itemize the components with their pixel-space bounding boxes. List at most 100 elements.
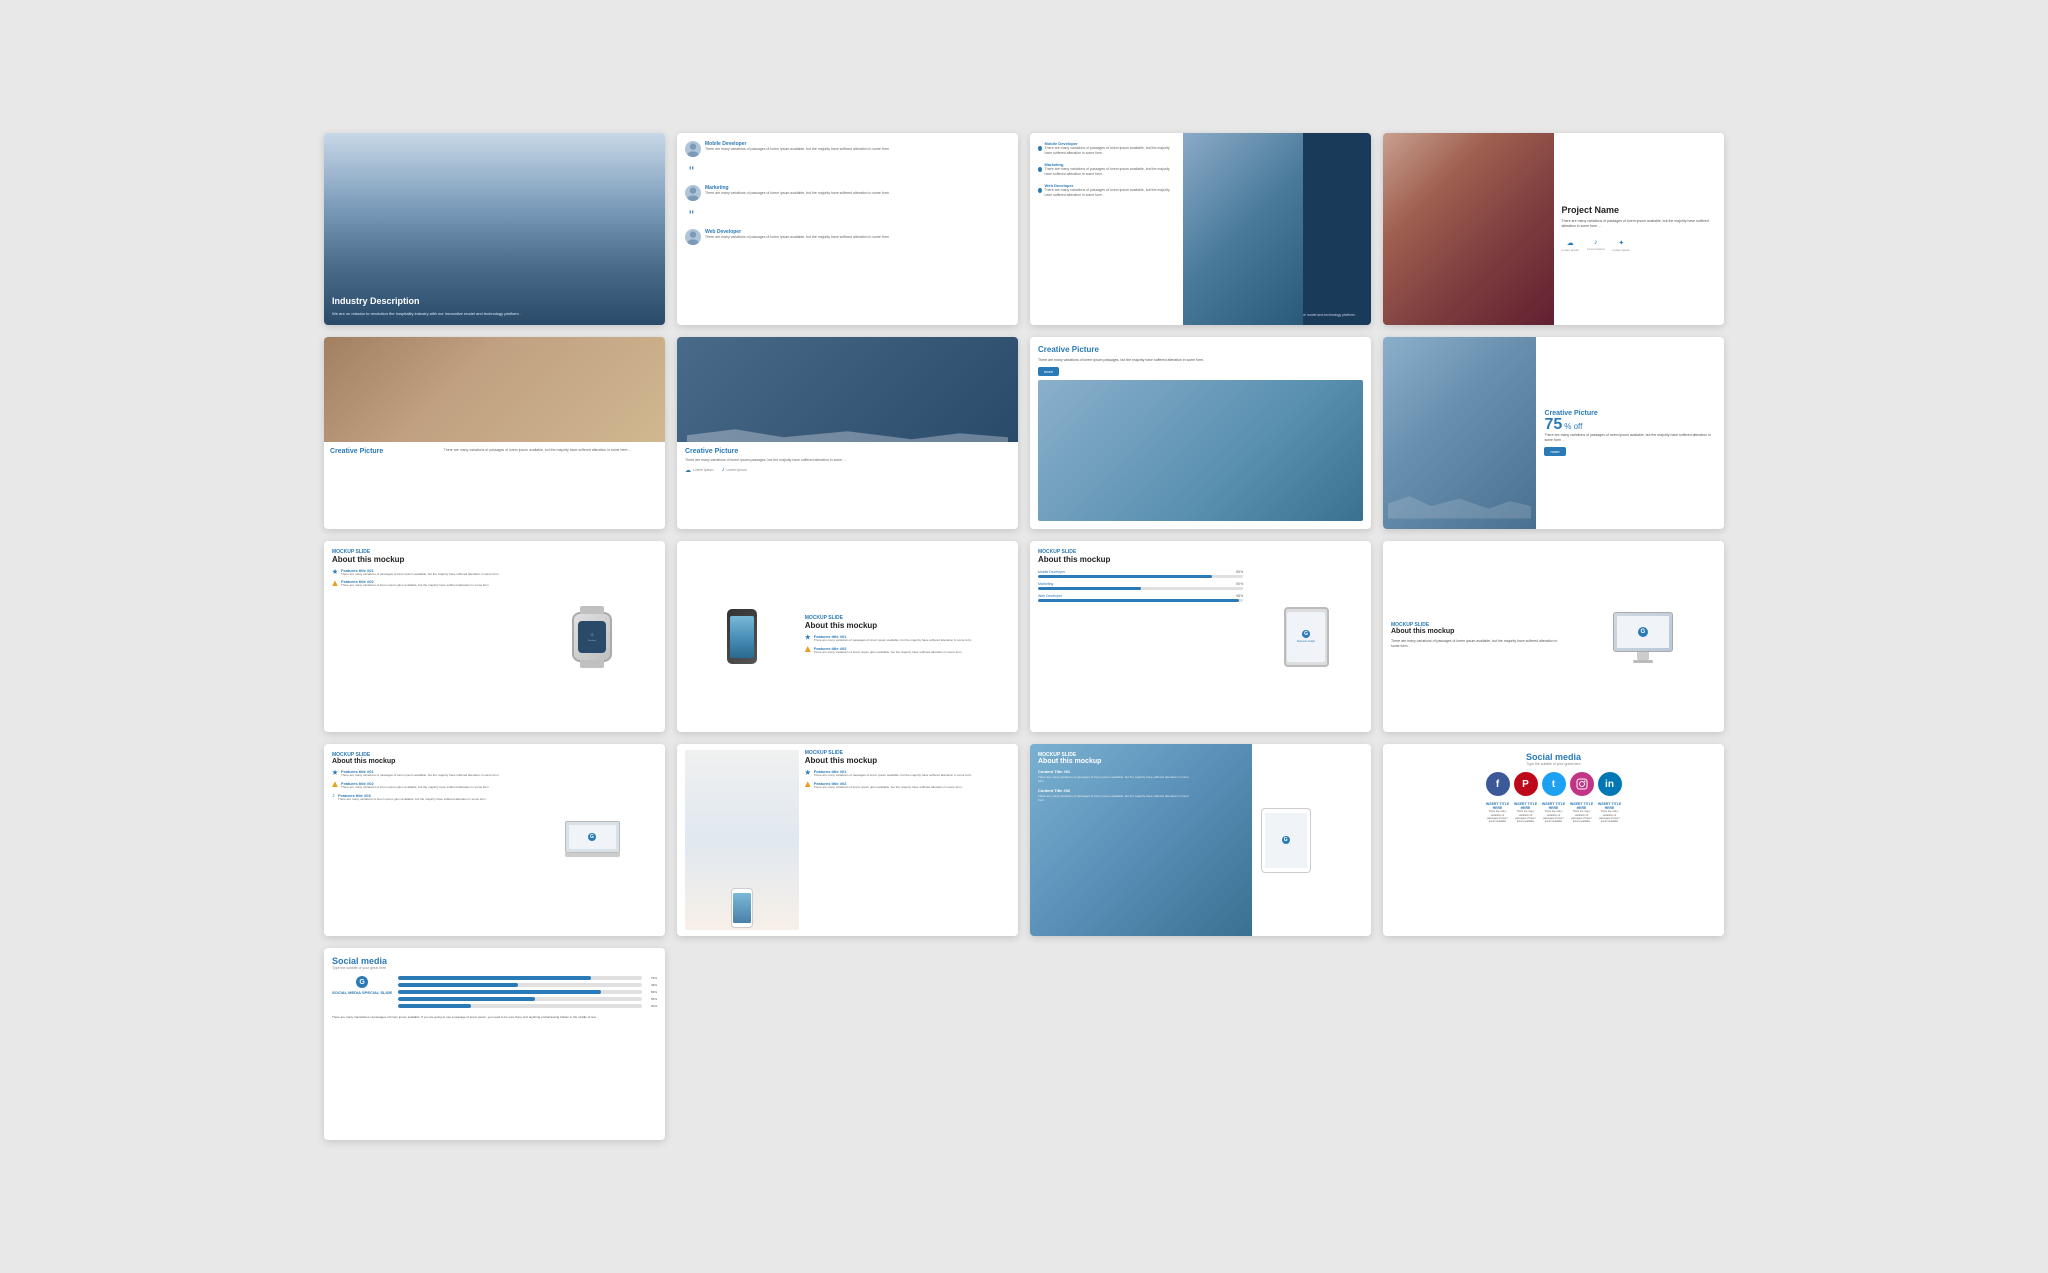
slide-10: MOCKUP SLIDE About this mockup Features … (677, 541, 1018, 733)
watch-band-bottom (580, 660, 604, 668)
slide-16-title: Social media (1391, 752, 1716, 762)
slide-6-icons: ☁ Lorem Ipsum ♪ Lorem Ipsum (685, 467, 1010, 474)
icon-lbl-2: Lorem Ipsum (1587, 247, 1605, 251)
slide-10-feat-1: Features title #01 There are many variat… (805, 634, 1010, 643)
insert-desc-3: There are many variations of passages of… (1542, 810, 1566, 823)
slide-5-content: Creative Picture There are many variatio… (324, 442, 665, 461)
bar-bg-11-1 (1038, 575, 1243, 578)
slide-9-feat-2: Features title #02 There are many variat… (332, 579, 521, 588)
quote-icon-2: " (689, 207, 1010, 223)
slide-15-cdesc-1: There are many variations of passages of… (1038, 776, 1193, 784)
slide-8-off: % off (1564, 422, 1582, 431)
bar-bg-17-2 (398, 983, 642, 987)
slide-1-title: Industry Description (332, 296, 657, 307)
star-feat-icon-10-1 (805, 634, 811, 640)
phone-screen (730, 616, 754, 658)
watch-device: GBusiness (572, 612, 612, 662)
insert-title-2: INSERT TITLE HERE (1514, 802, 1538, 810)
slide-17-bars: 79% 49% 83% (398, 976, 657, 1011)
slide-13-feat-1: Features title #01 There are many variat… (332, 769, 521, 778)
warn-feat-icon-14-2 (805, 781, 811, 787)
quote-icon-1: " (689, 163, 1010, 179)
slide-10-device (685, 609, 799, 664)
slide-13-device: G (527, 752, 657, 928)
bar-fill-17-1 (398, 976, 591, 980)
bar-bg-17-3 (398, 990, 642, 994)
profile-text-3: There are many variations of passages of… (705, 235, 891, 240)
feat-desc-10-2: There are many variations of lorem ipsum… (814, 651, 964, 655)
slide-14-content: MOCKUP SLIDE About this mockup Features … (805, 750, 1010, 793)
slide-5-title: Creative Picture (330, 448, 438, 455)
slide-17: Social media Type the subtitle of your g… (324, 948, 665, 1140)
instagram-circle (1570, 772, 1594, 796)
slide-8-more-btn[interactable]: more (1544, 447, 1565, 456)
bar-pct-17-2: 49% (645, 983, 657, 987)
slide-17-sub: Type the subtitle of your great here (332, 966, 657, 970)
slide-13-feat-2: Features title #02 There are many variat… (332, 781, 521, 790)
bar-fill-11-1 (1038, 575, 1212, 578)
slide-6-title: Creative Picture (685, 448, 1010, 455)
insert-desc-5: There are many variations of passages of… (1598, 810, 1622, 823)
watch-logo: GBusiness (588, 632, 596, 642)
slide-9-content: MOCKUP SLIDE About this mockup Features … (332, 549, 521, 725)
feat-desc-9-2: There are many variations of lorem ipsum… (341, 584, 491, 588)
building-photo (1183, 133, 1302, 325)
slide-11-title: About this mockup (1038, 555, 1243, 564)
slide-13-title: About this mockup (332, 758, 521, 765)
slide-12-title: About this mockup (1391, 628, 1564, 635)
laptop-device: G (565, 821, 620, 859)
laptop-logo: G (588, 833, 596, 841)
slide-8-desc: There are many variations of passages of… (1544, 433, 1716, 443)
laptop-screen: G (565, 821, 620, 853)
icon-item-1: ☁ Lorem Ipsum (1562, 239, 1580, 252)
slide-11-content: MOCKUP SLIDE About this mockup Mobile De… (1038, 549, 1243, 725)
icon-lbl-1: Lorem Ipsum (1562, 248, 1580, 252)
slide-10-title: About this mockup (805, 621, 1010, 630)
slide-6-desc: There are many variations of lorem ipsum… (685, 458, 1010, 463)
dot-icon-1 (1038, 146, 1042, 151)
slide-5-desc: There are many variations of passages of… (444, 448, 659, 453)
profile-item-3: Web Developer There are many variations … (685, 229, 1010, 245)
item-text-3: There are many variations of passages of… (1045, 188, 1176, 197)
slide-8-title: Creative Picture (1544, 410, 1716, 417)
laptop-base (565, 853, 620, 857)
bar-bg-11-3 (1038, 599, 1243, 602)
bar-label-11-1: Mobile Developer (1038, 570, 1065, 574)
slide-3-item-3: Web Developer There are many variations … (1038, 183, 1175, 197)
bar-fill-17-5 (398, 1004, 471, 1008)
star-feat-icon-13-1 (332, 769, 338, 775)
slide-9-title: About this mockup (332, 555, 521, 564)
social-label-col-3: INSERT TITLE HERE There are many variati… (1542, 802, 1566, 823)
slide-8: Creative Picture 75 % off There are many… (1383, 337, 1724, 529)
star-feat-icon-14-1 (805, 769, 811, 775)
dot-icon-2 (1038, 167, 1042, 172)
linkedin-circle: in (1598, 772, 1622, 796)
phone-screen-small (733, 893, 751, 923)
cloud-icon: ☁ (1567, 239, 1574, 247)
feat-desc-14-1: There are many variations of passages of… (814, 774, 973, 778)
slide-14-device (685, 750, 799, 930)
slide-15-ctitle-2: Content Title #02 (1038, 788, 1193, 793)
hand-phone (685, 750, 799, 930)
slide-16: Social media Type the subtitle of your g… (1383, 744, 1724, 936)
slide-15: MOCKUP SLIDE About this mockup Content T… (1030, 744, 1371, 936)
bar-fill-11-3 (1038, 599, 1239, 602)
slide-1-desc: We are on mission to revolution the hosp… (332, 311, 657, 317)
slide-7-more-btn[interactable]: more (1038, 367, 1059, 376)
item-text-2: There are many variations of passages of… (1045, 167, 1176, 176)
insert-desc-4: There are many variations of passages of… (1570, 810, 1594, 823)
dot-icon-3 (1038, 188, 1042, 193)
insert-desc-1: There are many variations of passages of… (1486, 810, 1510, 823)
imac-base (1633, 660, 1653, 663)
slide-11: MOCKUP SLIDE About this mockup Mobile De… (1030, 541, 1371, 733)
cloud-icon-6: ☁ (685, 467, 691, 474)
slide-3-item-2: Marketing There are many variations of p… (1038, 162, 1175, 176)
imac-screen: G (1613, 612, 1673, 652)
bar-item-11-3: Web Developer 98% (1038, 594, 1243, 602)
slide-6-content: Creative Picture There are many variatio… (677, 442, 1018, 480)
slide-15-device: G (1201, 744, 1372, 936)
slide-7: Creative Picture There are many variatio… (1030, 337, 1371, 529)
bar-label-11-2: Marketing (1038, 582, 1053, 586)
social-special-label: SOCIAL MEDIA SPECIAL SLIDE (332, 990, 392, 995)
twitter-circle: t (1542, 772, 1566, 796)
